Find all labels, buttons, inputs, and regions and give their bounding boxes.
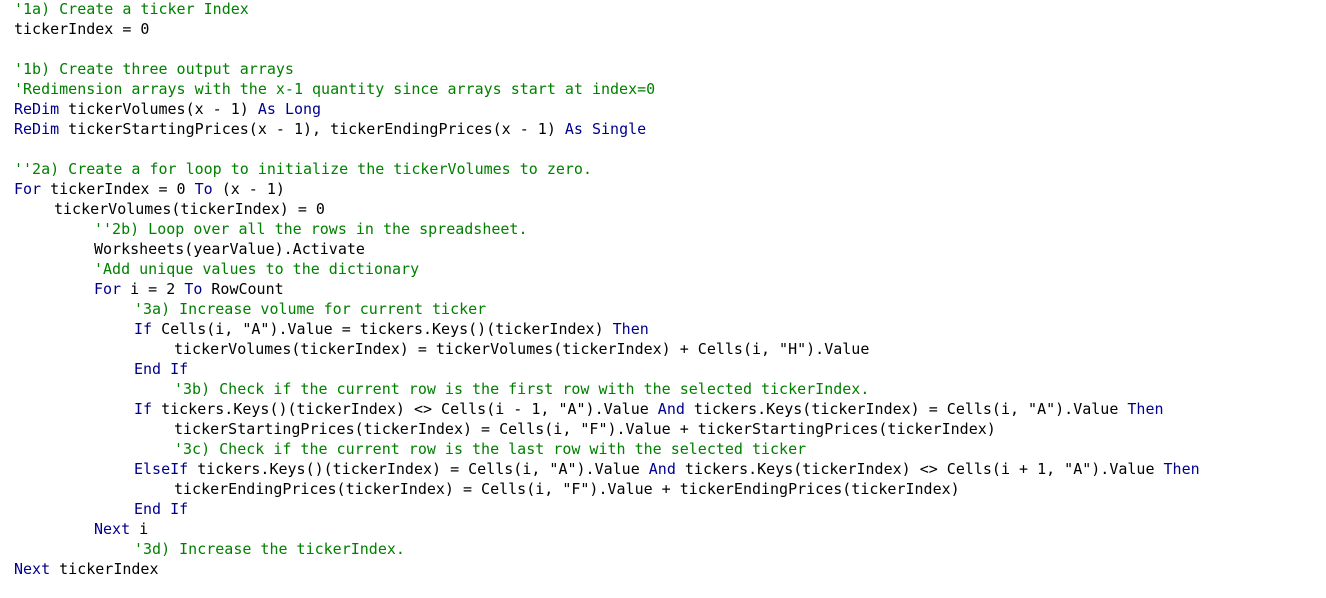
code-comment: 'Redimension arrays with the x-1 quantit… xyxy=(14,80,656,98)
code-text: tickerStartingPrices(tickerIndex) = Cell… xyxy=(174,420,996,438)
code-keyword: Next xyxy=(14,560,51,578)
code-line[interactable]: 'Redimension arrays with the x-1 quantit… xyxy=(14,79,655,99)
code-line[interactable]: For i = 2 To RowCount xyxy=(94,279,284,299)
code-line[interactable]: tickerVolumes(tickerIndex) = 0 xyxy=(54,199,325,219)
code-line[interactable]: Worksheets(yearValue).Activate xyxy=(94,239,365,259)
code-line[interactable]: ReDim tickerStartingPrices(x - 1), ticke… xyxy=(14,119,646,139)
code-text: tickerEndingPrices(tickerIndex) = Cells(… xyxy=(174,480,960,498)
code-line[interactable]: '3d) Increase the tickerIndex. xyxy=(134,539,405,559)
code-keyword: End If xyxy=(134,360,189,378)
code-comment: '3b) Check if the current row is the fir… xyxy=(174,380,870,398)
code-line[interactable]: Next i xyxy=(94,519,148,539)
code-keyword: And xyxy=(648,460,676,478)
code-line[interactable]: End If xyxy=(134,359,188,379)
code-text: tickerVolumes(x - 1) xyxy=(59,100,258,118)
code-comment: '3a) Increase volume for current ticker xyxy=(134,300,487,318)
code-keyword: ReDim xyxy=(14,120,60,138)
code-keyword: If xyxy=(134,400,153,418)
code-line[interactable]: End If xyxy=(134,499,188,519)
code-text: tickerIndex = 0 xyxy=(41,180,195,198)
code-text: tickers.Keys()(tickerIndex) <> Cells(i -… xyxy=(152,400,658,418)
code-line[interactable]: tickerEndingPrices(tickerIndex) = Cells(… xyxy=(174,479,960,499)
code-line[interactable]: '1a) Create a ticker Index xyxy=(14,0,249,19)
code-line[interactable]: ''2b) Loop over all the rows in the spre… xyxy=(94,219,527,239)
code-editor[interactable]: '1a) Create a ticker Index tickerIndex = … xyxy=(0,0,1326,598)
code-text: tickerIndex = 0 xyxy=(14,20,150,38)
code-line[interactable]: '3c) Check if the current row is the las… xyxy=(174,439,806,459)
code-text: RowCount xyxy=(202,280,284,298)
code-line[interactable]: If Cells(i, "A").Value = tickers.Keys()(… xyxy=(134,319,649,339)
code-line[interactable]: ''2a) Create a for loop to initialize th… xyxy=(14,159,592,179)
code-line[interactable]: tickerVolumes(tickerIndex) = tickerVolum… xyxy=(174,339,869,359)
code-line[interactable]: tickerIndex = 0 xyxy=(14,19,149,39)
code-keyword: As xyxy=(257,100,276,118)
code-keyword: For xyxy=(14,180,42,198)
code-keyword: Then xyxy=(1163,460,1200,478)
code-text: tickerVolumes(tickerIndex) = tickerVolum… xyxy=(174,340,870,358)
code-text: i = 2 xyxy=(121,280,185,298)
code-line[interactable]: '3b) Check if the current row is the fir… xyxy=(174,379,869,399)
code-keyword: End If xyxy=(134,500,189,518)
code-comment: ''2a) Create a for loop to initialize th… xyxy=(14,160,592,178)
code-text: tickers.Keys()(tickerIndex) = Cells(i, "… xyxy=(188,460,649,478)
code-keyword: As xyxy=(564,120,583,138)
code-text: Worksheets(yearValue).Activate xyxy=(94,240,365,258)
code-keyword: Long xyxy=(284,100,322,118)
code-keyword: For xyxy=(94,280,122,298)
code-comment: 'Add unique values to the dictionary xyxy=(94,260,420,278)
code-comment: '3d) Increase the tickerIndex. xyxy=(134,540,405,558)
code-keyword: If xyxy=(134,320,153,338)
code-keyword: ReDim xyxy=(14,100,60,118)
code-text: Cells(i, "A").Value = tickers.Keys()(tic… xyxy=(152,320,613,338)
code-keyword: Then xyxy=(612,320,649,338)
code-line[interactable]: ReDim tickerVolumes(x - 1) As Long xyxy=(14,99,321,119)
code-keyword: Then xyxy=(1127,400,1164,418)
code-keyword: Next xyxy=(94,520,131,538)
code-comment: '1a) Create a ticker Index xyxy=(14,0,249,18)
code-text: tickerStartingPrices(x - 1), tickerEndin… xyxy=(59,120,565,138)
code-line[interactable]: 'Add unique values to the dictionary xyxy=(94,259,419,279)
code-keyword: ElseIf xyxy=(134,460,189,478)
code-keyword: Single xyxy=(591,120,647,138)
code-line[interactable]: tickerStartingPrices(tickerIndex) = Cell… xyxy=(174,419,996,439)
code-keyword: And xyxy=(657,400,685,418)
code-comment: ''2b) Loop over all the rows in the spre… xyxy=(94,220,528,238)
code-text: tickerVolumes(tickerIndex) = 0 xyxy=(54,200,325,218)
code-text: tickerIndex xyxy=(50,560,159,578)
code-line[interactable]: For tickerIndex = 0 To (x - 1) xyxy=(14,179,285,199)
code-keyword: To xyxy=(184,280,203,298)
code-comment: '3c) Check if the current row is the las… xyxy=(174,440,807,458)
code-line[interactable]: '3a) Increase volume for current ticker xyxy=(134,299,486,319)
code-line[interactable]: Next tickerIndex xyxy=(14,559,159,579)
code-text: tickers.Keys(tickerIndex) = Cells(i, "A"… xyxy=(684,400,1128,418)
code-keyword: To xyxy=(194,180,213,198)
code-comment: '1b) Create three output arrays xyxy=(14,60,294,78)
code-line[interactable]: If tickers.Keys()(tickerIndex) <> Cells(… xyxy=(134,399,1164,419)
code-line[interactable]: ElseIf tickers.Keys()(tickerIndex) = Cel… xyxy=(134,459,1200,479)
code-text: i xyxy=(130,520,149,538)
code-text: (x - 1) xyxy=(212,180,285,198)
code-line[interactable]: '1b) Create three output arrays xyxy=(14,59,294,79)
code-text: tickers.Keys(tickerIndex) <> Cells(i + 1… xyxy=(675,460,1164,478)
